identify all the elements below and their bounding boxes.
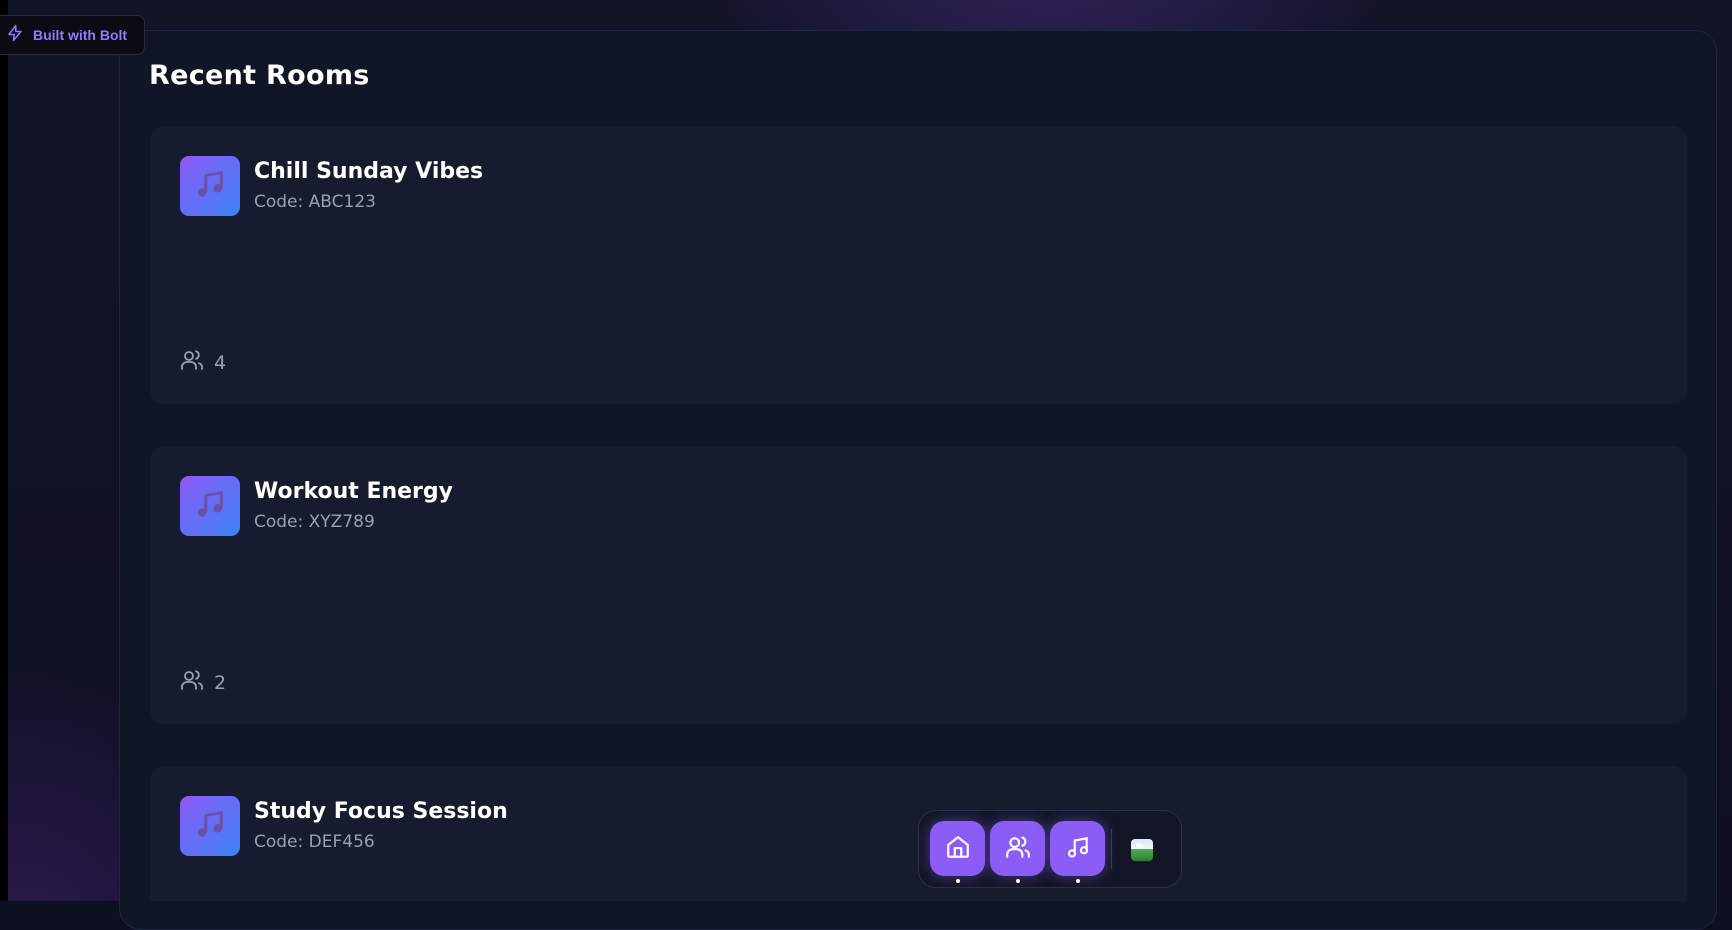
users-icon (1005, 834, 1031, 864)
bottom-navigation-dock (918, 810, 1182, 888)
room-member-count: 2 (180, 668, 226, 697)
bolt-badge-label: Built with Bolt (33, 27, 128, 43)
room-icon (180, 796, 240, 856)
active-indicator-dot (1075, 879, 1080, 883)
dock-divider (1111, 829, 1112, 869)
member-count-value: 2 (214, 671, 227, 694)
room-icon (180, 156, 240, 216)
music-note-icon (193, 487, 227, 525)
member-count-value: 4 (214, 351, 227, 374)
active-indicator-dot (1015, 879, 1020, 883)
nav-music-button[interactable] (1050, 821, 1105, 883)
users-icon (180, 668, 204, 697)
home-icon (945, 834, 971, 864)
user-avatar[interactable] (1131, 839, 1153, 861)
users-icon (180, 348, 204, 377)
music-note-icon (193, 167, 227, 205)
room-name: Chill Sunday Vibes (254, 159, 484, 184)
room-code: Code: DEF456 (254, 832, 375, 852)
music-note-icon (193, 807, 227, 845)
room-card-chill-sunday-vibes[interactable]: Chill Sunday Vibes Code: ABC123 4 (150, 126, 1687, 404)
built-with-bolt-badge[interactable]: Built with Bolt (0, 15, 145, 55)
room-name: Workout Energy (254, 479, 453, 504)
room-name: Study Focus Session (254, 799, 508, 824)
room-icon (180, 476, 240, 536)
room-code: Code: XYZ789 (254, 512, 375, 532)
nav-home-button[interactable] (930, 821, 985, 883)
room-code: Code: ABC123 (254, 192, 376, 212)
bolt-icon (6, 24, 24, 46)
room-member-count: 4 (180, 348, 226, 377)
nav-friends-button[interactable] (990, 821, 1045, 883)
active-indicator-dot (955, 879, 960, 883)
window-left-edge (0, 0, 8, 901)
music-icon (1065, 834, 1091, 864)
page-title: Recent Rooms (149, 60, 370, 91)
room-card-workout-energy[interactable]: Workout Energy Code: XYZ789 2 (150, 446, 1687, 724)
